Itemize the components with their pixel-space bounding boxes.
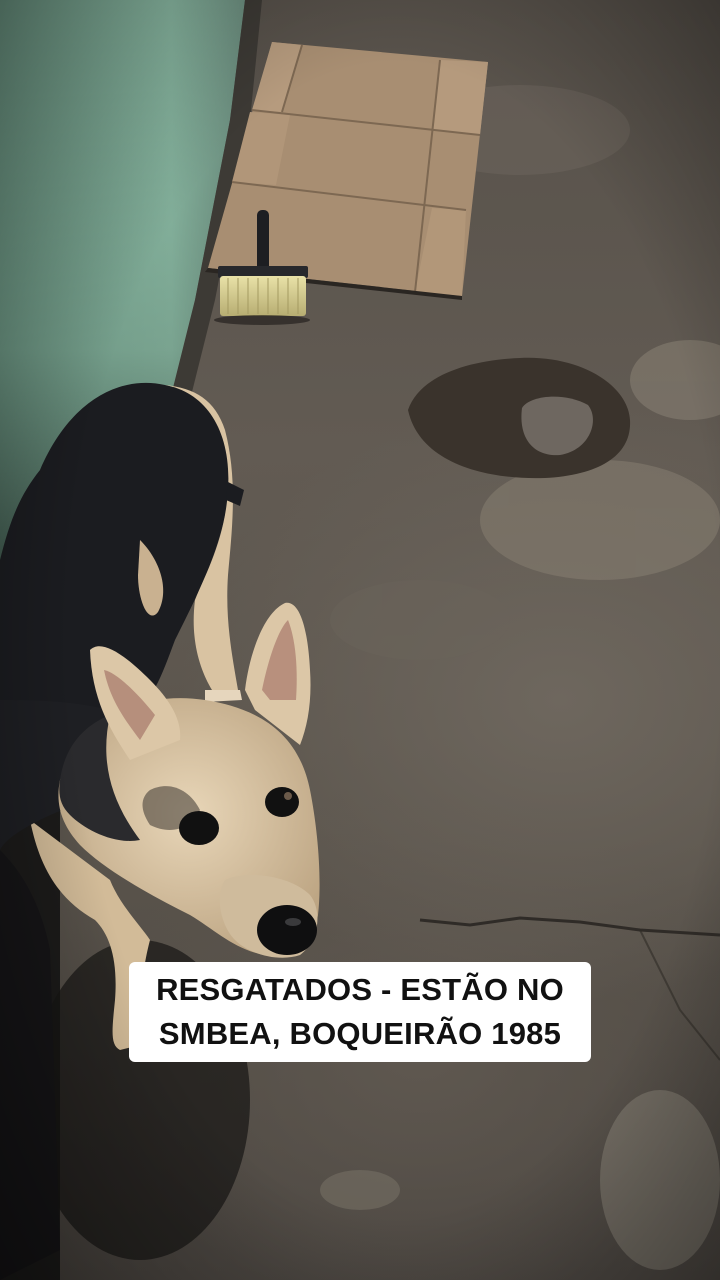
caption-box: RESGATADOS - ESTÃO NO SMBEA, BOQUEIRÃO 1… [129, 962, 591, 1062]
vignette [0, 0, 720, 1280]
caption-line-2: SMBEA, BOQUEIRÃO 1985 [158, 1016, 562, 1051]
caption-line-1: RESGATADOS - ESTÃO NO [156, 972, 564, 1007]
scene-illustration [0, 0, 720, 1280]
photo-scene: RESGATADOS - ESTÃO NO SMBEA, BOQUEIRÃO 1… [0, 0, 720, 1280]
